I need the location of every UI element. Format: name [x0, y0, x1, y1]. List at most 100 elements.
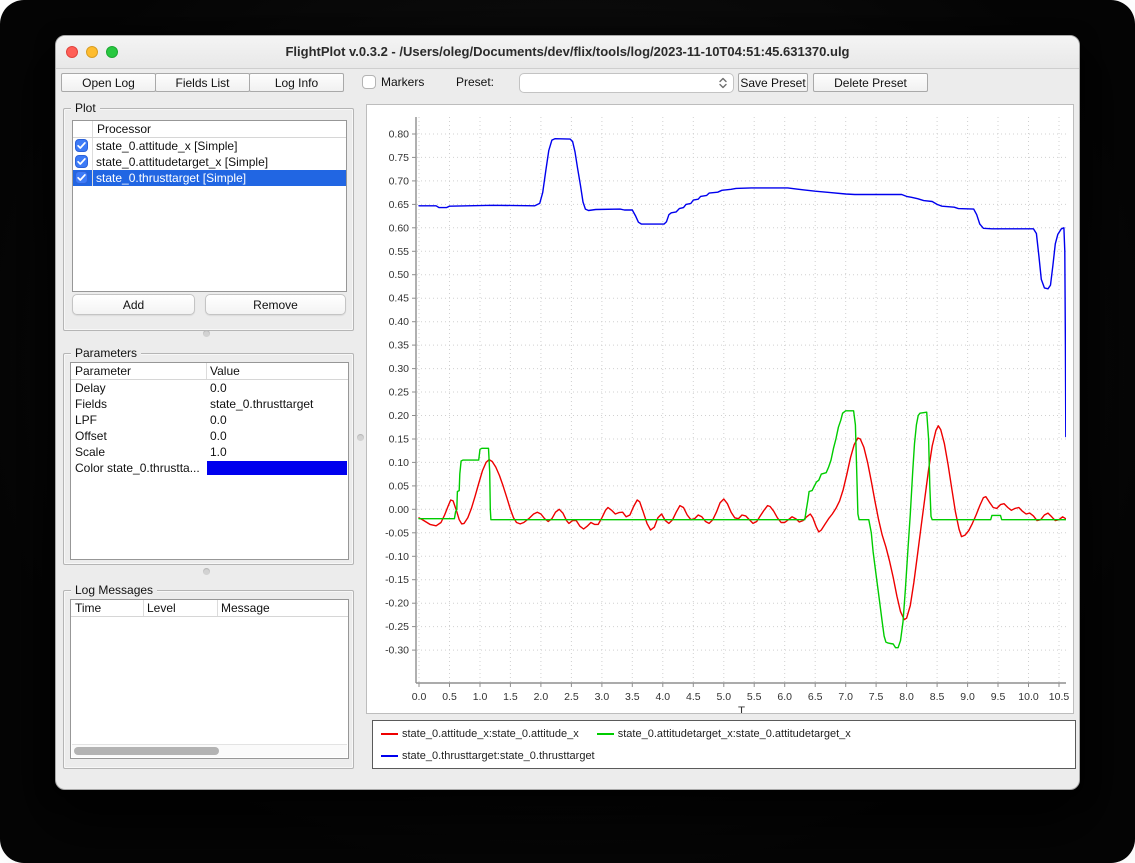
scrollbar-thumb[interactable]: [74, 747, 219, 755]
svg-text:0.30: 0.30: [389, 363, 410, 375]
plot-group-title: Plot: [71, 101, 100, 115]
svg-text:0.5: 0.5: [442, 691, 457, 703]
parameter-name: Offset: [75, 428, 107, 444]
svg-text:6.5: 6.5: [808, 691, 823, 703]
parameter-row[interactable]: Fieldsstate_0.thrusttarget: [71, 396, 348, 412]
open-log-button[interactable]: Open Log: [61, 73, 156, 92]
vertical-splitter-handle[interactable]: [357, 434, 364, 441]
legend-label: state_0.thrusttarget:state_0.thrusttarge…: [402, 750, 595, 762]
log-column-header: Level: [147, 600, 176, 616]
svg-text:7.0: 7.0: [838, 691, 853, 703]
svg-text:10.0: 10.0: [1018, 691, 1039, 703]
svg-text:-0.25: -0.25: [385, 621, 409, 633]
legend-label: state_0.attitudetarget_x:state_0.attitud…: [618, 728, 851, 740]
processor-row[interactable]: state_0.attitudetarget_x [Simple]: [73, 154, 346, 170]
save-preset-button[interactable]: Save Preset: [738, 73, 808, 92]
screenshot-stage: FlightPlot v.0.3.2 - /Users/oleg/Documen…: [0, 0, 1135, 863]
svg-text:3.5: 3.5: [625, 691, 640, 703]
svg-text:0.55: 0.55: [389, 246, 410, 258]
log-messages-table[interactable]: TimeLevelMessage: [70, 599, 349, 759]
legend-line-sample: [381, 733, 398, 735]
checkbox-checked-icon[interactable]: [75, 139, 88, 152]
processor-row[interactable]: state_0.attitude_x [Simple]: [73, 138, 346, 154]
header-divider: [92, 121, 93, 137]
svg-text:0.10: 0.10: [389, 457, 410, 469]
legend-entry: state_0.attitude_x:state_0.attitude_x: [381, 728, 579, 740]
parameters-group-title: Parameters: [71, 346, 141, 360]
svg-text:-0.05: -0.05: [385, 527, 409, 539]
window-title: FlightPlot v.0.3.2 - /Users/oleg/Documen…: [56, 36, 1079, 68]
svg-text:0.0: 0.0: [412, 691, 427, 703]
svg-text:0.70: 0.70: [389, 175, 410, 187]
checkbox-checked-icon[interactable]: [75, 171, 88, 184]
svg-text:8.5: 8.5: [930, 691, 945, 703]
preset-combobox[interactable]: [519, 73, 734, 93]
legend-entry: state_0.attitudetarget_x:state_0.attitud…: [597, 728, 851, 740]
legend-row-1: state_0.attitude_x:state_0.attitude_x sta…: [381, 725, 1071, 743]
svg-text:9.5: 9.5: [991, 691, 1006, 703]
svg-text:0.35: 0.35: [389, 340, 410, 352]
x-axis-label: T: [738, 706, 745, 713]
svg-text:0.15: 0.15: [389, 434, 410, 446]
svg-text:0.20: 0.20: [389, 410, 410, 422]
svg-text:0.05: 0.05: [389, 480, 410, 492]
flightplot-window: FlightPlot v.0.3.2 - /Users/oleg/Documen…: [55, 35, 1080, 790]
processor-row-label: state_0.attitudetarget_x [Simple]: [96, 154, 268, 170]
svg-text:7.5: 7.5: [869, 691, 884, 703]
window-titlebar[interactable]: FlightPlot v.0.3.2 - /Users/oleg/Documen…: [56, 36, 1079, 69]
checkbox-checked-icon[interactable]: [75, 155, 88, 168]
parameter-name: Delay: [75, 380, 106, 396]
chart-svg[interactable]: 0.00.51.01.52.02.53.03.54.04.55.05.56.06…: [367, 105, 1073, 713]
svg-text:-0.10: -0.10: [385, 551, 409, 563]
svg-text:9.0: 9.0: [960, 691, 975, 703]
svg-text:10.5: 10.5: [1049, 691, 1070, 703]
svg-text:6.0: 6.0: [777, 691, 792, 703]
parameter-row[interactable]: Delay0.0: [71, 380, 348, 396]
svg-text:0.60: 0.60: [389, 222, 410, 234]
combo-stepper-icon[interactable]: [716, 76, 730, 90]
parameters-table[interactable]: ParameterValue Delay0.0Fieldsstate_0.thr…: [70, 362, 349, 560]
checkbox-column-divider: [92, 170, 93, 186]
preset-combobox-value: [527, 74, 713, 92]
svg-text:-0.15: -0.15: [385, 574, 409, 586]
fields-list-button[interactable]: Fields List: [155, 73, 250, 92]
svg-text:0.50: 0.50: [389, 269, 410, 281]
parameter-value: 0.0: [210, 428, 227, 444]
svg-text:5.5: 5.5: [747, 691, 762, 703]
log-table-header: TimeLevelMessage: [71, 600, 348, 617]
plot-group: Plot Processor state_0.attitude_x [Simpl…: [63, 108, 354, 331]
svg-text:-0.20: -0.20: [385, 598, 409, 610]
parameter-row[interactable]: Color state_0.thrustta...: [71, 460, 348, 476]
svg-text:4.5: 4.5: [686, 691, 701, 703]
plot-processor-list: state_0.attitude_x [Simple]state_0.attit…: [73, 138, 346, 186]
delete-preset-button[interactable]: Delete Preset: [813, 73, 928, 92]
parameter-row[interactable]: Scale1.0: [71, 444, 348, 460]
checkbox-column-divider: [92, 154, 93, 170]
remove-button[interactable]: Remove: [205, 294, 346, 315]
svg-text:0.65: 0.65: [389, 199, 410, 211]
log-messages-group: Log Messages TimeLevelMessage: [63, 590, 354, 769]
chart-panel[interactable]: 0.00.51.01.52.02.53.03.54.04.55.05.56.06…: [366, 104, 1074, 714]
svg-text:1.5: 1.5: [503, 691, 518, 703]
svg-text:2.5: 2.5: [564, 691, 579, 703]
parameter-row[interactable]: Offset 0.0: [71, 428, 348, 444]
parameter-name: LPF: [75, 412, 97, 428]
processor-row[interactable]: state_0.thrusttarget [Simple]: [73, 170, 346, 186]
parameters-group: Parameters ParameterValue Delay0.0Fields…: [63, 353, 354, 565]
parameter-row[interactable]: LPF0.0: [71, 412, 348, 428]
parameters-table-header: ParameterValue: [71, 363, 348, 380]
legend-row-2: state_0.thrusttarget:state_0.thrusttarge…: [381, 747, 1071, 765]
plot-processor-table[interactable]: Processor state_0.attitude_x [Simple]sta…: [72, 120, 347, 292]
horizontal-splitter-handle-2[interactable]: [203, 568, 210, 575]
horizontal-splitter-handle-1[interactable]: [203, 330, 210, 337]
svg-text:0.25: 0.25: [389, 387, 410, 399]
plot-area[interactable]: [417, 117, 1066, 682]
parameter-value: 1.0: [210, 444, 227, 460]
svg-text:5.0: 5.0: [716, 691, 731, 703]
log-info-button[interactable]: Log Info: [249, 73, 344, 92]
color-swatch[interactable]: [207, 461, 347, 475]
log-horizontal-scrollbar[interactable]: [72, 744, 347, 757]
vertical-splitter[interactable]: [356, 69, 366, 789]
log-column-header: Message: [221, 600, 270, 616]
add-button[interactable]: Add: [72, 294, 195, 315]
